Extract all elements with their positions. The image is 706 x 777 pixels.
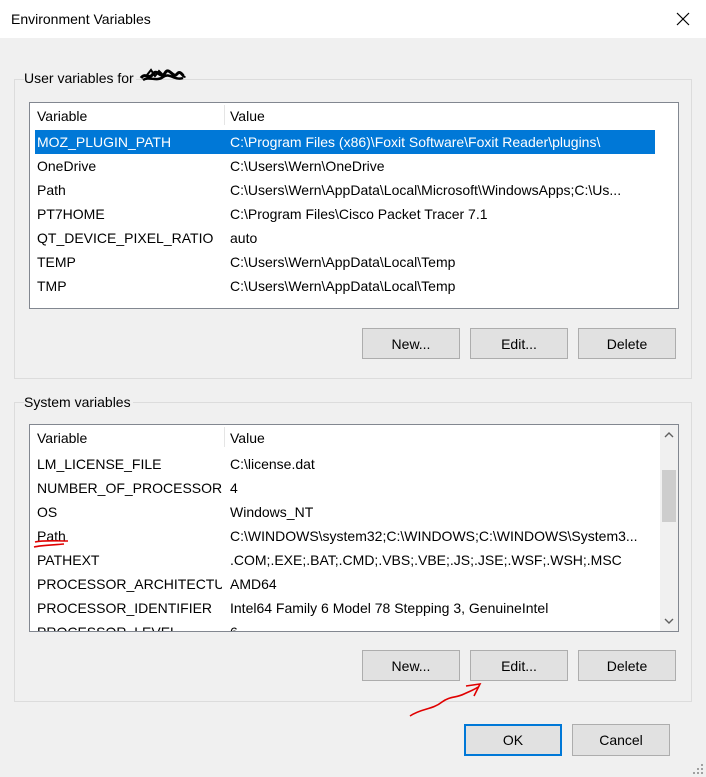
table-row[interactable]: Path C:\Users\Wern\AppData\Local\Microso…: [30, 178, 678, 202]
system-list-scrollbar[interactable]: [660, 425, 678, 631]
row-value: C:\WINDOWS\system32;C:\WINDOWS;C:\WINDOW…: [230, 528, 638, 544]
row-variable: PATHEXT: [37, 552, 100, 568]
chevron-up-icon: [664, 432, 674, 438]
table-row[interactable]: OS Windows_NT: [30, 500, 678, 524]
row-value: C:\Users\Wern\AppData\Local\Temp: [230, 254, 456, 270]
row-variable: QT_DEVICE_PIXEL_RATIO: [37, 230, 214, 246]
row-value: C:\Users\Wern\AppData\Local\Microsoft\Wi…: [230, 182, 622, 198]
close-icon: [676, 12, 690, 26]
ok-button[interactable]: OK: [464, 724, 562, 756]
header-separator[interactable]: [224, 427, 225, 447]
row-variable: TMP: [37, 278, 67, 294]
list-header: Variable Value: [30, 103, 678, 127]
table-row[interactable]: PROCESSOR_LEVEL 6: [30, 620, 678, 632]
table-row[interactable]: TEMP C:\Users\Wern\AppData\Local\Temp: [30, 250, 678, 274]
system-new-button[interactable]: New...: [362, 650, 460, 681]
row-value: auto: [230, 230, 258, 246]
table-row[interactable]: PT7HOME C:\Program Files\Cisco Packet Tr…: [30, 202, 678, 226]
user-delete-button[interactable]: Delete: [578, 328, 676, 359]
scroll-thumb[interactable]: [662, 470, 676, 522]
header-separator[interactable]: [224, 105, 225, 125]
row-variable: OneDrive: [37, 158, 97, 174]
row-variable: NUMBER_OF_PROCESSORS: [37, 480, 222, 496]
row-variable: OS: [37, 504, 58, 520]
table-row[interactable]: NUMBER_OF_PROCESSORS 4: [30, 476, 678, 500]
row-variable: Path: [37, 182, 66, 198]
header-value[interactable]: Value: [230, 108, 265, 124]
row-value: 4: [230, 480, 238, 496]
redacted-username-scribble: [139, 68, 187, 82]
table-row[interactable]: PROCESSOR_ARCHITECTU... AMD64: [30, 572, 678, 596]
row-value: .COM;.EXE;.BAT;.CMD;.VBS;.VBE;.JS;.JSE;.…: [230, 552, 622, 568]
header-variable[interactable]: Variable: [37, 430, 87, 446]
row-variable: PT7HOME: [37, 206, 105, 222]
row-variable: PROCESSOR_LEVEL: [37, 624, 178, 632]
title-bar: Environment Variables: [0, 0, 706, 38]
system-variables-list[interactable]: Variable Value LM_LICENSE_FILE C:\licens…: [29, 424, 679, 632]
row-value: C:\Program Files (x86)\Foxit Software\Fo…: [230, 134, 601, 150]
table-row[interactable]: Path C:\WINDOWS\system32;C:\WINDOWS;C:\W…: [30, 524, 678, 548]
table-row[interactable]: OneDrive C:\Users\Wern\OneDrive: [30, 154, 678, 178]
row-value: C:\Users\Wern\AppData\Local\Temp: [230, 278, 456, 294]
row-value: AMD64: [230, 576, 277, 592]
row-value: C:\Program Files\Cisco Packet Tracer 7.1: [230, 206, 488, 222]
row-value: 6: [230, 624, 238, 632]
table-row[interactable]: MOZ_PLUGIN_PATH C:\Program Files (x86)\F…: [30, 130, 678, 154]
red-arrow-annotation: [409, 682, 482, 717]
row-value: C:\license.dat: [230, 456, 315, 472]
table-row[interactable]: TMP C:\Users\Wern\AppData\Local\Temp: [30, 274, 678, 298]
table-row[interactable]: LM_LICENSE_FILE C:\license.dat: [30, 452, 678, 476]
user-variables-list[interactable]: Variable Value MOZ_PLUGIN_PATH C:\Progra…: [29, 102, 679, 309]
header-variable[interactable]: Variable: [37, 108, 87, 124]
table-row[interactable]: PATHEXT .COM;.EXE;.BAT;.CMD;.VBS;.VBE;.J…: [30, 548, 678, 572]
close-button[interactable]: [660, 0, 706, 38]
row-variable: PROCESSOR_ARCHITECTU...: [37, 576, 222, 592]
resize-grip-icon[interactable]: [692, 763, 704, 775]
table-row[interactable]: PROCESSOR_IDENTIFIER Intel64 Family 6 Mo…: [30, 596, 678, 620]
row-variable: PROCESSOR_IDENTIFIER: [37, 600, 213, 616]
system-variables-label: System variables: [24, 394, 133, 410]
scroll-up-button[interactable]: [660, 426, 678, 444]
cancel-button[interactable]: Cancel: [572, 724, 670, 756]
row-variable: MOZ_PLUGIN_PATH: [37, 134, 172, 150]
header-value[interactable]: Value: [230, 430, 265, 446]
system-edit-button[interactable]: Edit...: [470, 650, 568, 681]
user-new-button[interactable]: New...: [362, 328, 460, 359]
user-variables-label: User variables for: [24, 70, 136, 86]
row-value: C:\Users\Wern\OneDrive: [230, 158, 385, 174]
row-variable: LM_LICENSE_FILE: [37, 456, 162, 472]
row-value: Intel64 Family 6 Model 78 Stepping 3, Ge…: [230, 600, 549, 616]
system-delete-button[interactable]: Delete: [578, 650, 676, 681]
chevron-down-icon: [664, 618, 674, 624]
row-value: Windows_NT: [230, 504, 314, 520]
table-row[interactable]: QT_DEVICE_PIXEL_RATIO auto: [30, 226, 678, 250]
list-header: Variable Value: [30, 425, 678, 449]
row-variable: TEMP: [37, 254, 76, 270]
scroll-down-button[interactable]: [660, 612, 678, 630]
window-title: Environment Variables: [11, 11, 151, 27]
user-edit-button[interactable]: Edit...: [470, 328, 568, 359]
